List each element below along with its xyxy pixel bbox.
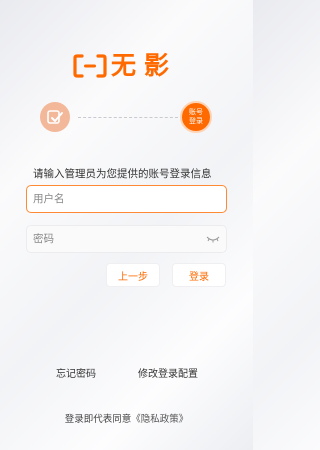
check-icon <box>47 110 63 124</box>
step-current-label: 账号登录 <box>189 108 203 125</box>
login-steps: 账号登录 <box>0 0 253 140</box>
step-connector <box>78 117 178 118</box>
agreement-text: 登录即代表同意 <box>64 414 132 425</box>
username-field-wrapper <box>26 185 227 213</box>
login-button[interactable]: 登录 <box>172 263 226 287</box>
privacy-policy-link[interactable]: 《隐私政策》 <box>131 414 188 425</box>
step-current: 账号登录 <box>180 101 212 133</box>
login-prompt: 请输入管理员为您提供的账号登录信息 <box>33 168 212 180</box>
privacy-agreement: 登录即代表同意《隐私政策》 <box>0 411 253 425</box>
username-input[interactable] <box>33 193 220 205</box>
eye-closed-icon[interactable] <box>206 234 220 244</box>
password-input[interactable] <box>33 233 206 245</box>
step-completed <box>40 102 70 132</box>
modify-config-link[interactable]: 修改登录配置 <box>138 365 198 380</box>
forgot-password-link[interactable]: 忘记密码 <box>56 365 96 380</box>
previous-step-button[interactable]: 上一步 <box>106 263 160 287</box>
password-field-wrapper <box>26 225 227 253</box>
